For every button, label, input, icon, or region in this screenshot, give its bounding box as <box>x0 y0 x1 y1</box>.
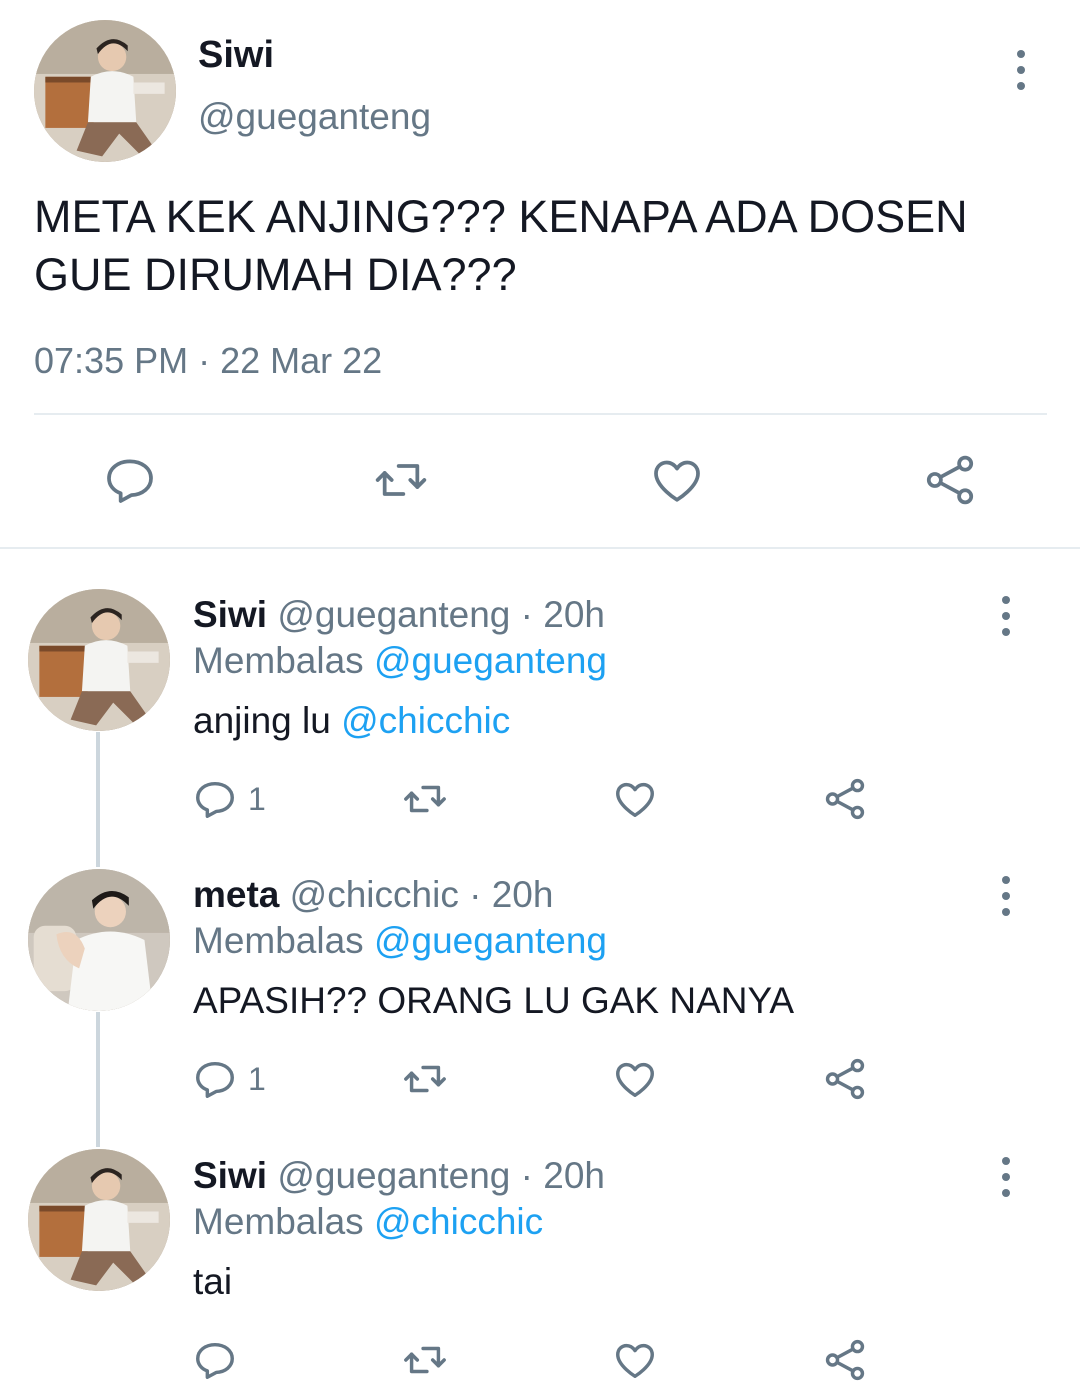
reply-header: meta @chicchic · 20h <box>193 874 553 916</box>
replying-mention[interactable]: @chicchic <box>374 1201 543 1242</box>
reply-author-handle[interactable]: @gueganteng <box>277 594 510 635</box>
share-icon[interactable] <box>922 452 978 508</box>
reply-author-name[interactable]: Siwi <box>193 594 267 635</box>
main-avatar[interactable] <box>34 20 176 162</box>
like-icon[interactable] <box>649 452 705 508</box>
more-options-icon[interactable] <box>996 1157 1016 1197</box>
reply-icon[interactable] <box>192 1056 238 1102</box>
reply-avatar[interactable] <box>28 589 170 731</box>
divider <box>34 413 1047 415</box>
replying-mention[interactable]: @gueganteng <box>374 920 607 961</box>
reply-author-name[interactable]: meta <box>193 874 279 915</box>
reply-icon[interactable] <box>102 452 158 508</box>
replying-to: Membalas @gueganteng <box>193 920 607 962</box>
tweet-text: META KEK ANJING??? KENAPA ADA DOSEN GUE … <box>34 191 968 300</box>
reply-avatar[interactable] <box>28 1149 170 1291</box>
reply-time: · 20h <box>520 594 605 635</box>
section-divider <box>0 547 1080 549</box>
retweet-icon[interactable] <box>402 1337 448 1383</box>
avatar-photo <box>28 869 170 1011</box>
replying-label: Membalas <box>193 1201 364 1242</box>
replying-to: Membalas @gueganteng <box>193 640 607 682</box>
reply-text: anjing lu @chicchic <box>193 700 510 742</box>
author-handle[interactable]: @gueganteng <box>198 96 431 138</box>
avatar-photo <box>28 589 170 731</box>
avatar-photo <box>28 1149 170 1291</box>
reply-body: anjing lu <box>193 700 342 741</box>
reply-count: 1 <box>248 781 266 817</box>
replying-label: Membalas <box>193 920 364 961</box>
retweet-icon[interactable] <box>402 776 448 822</box>
avatar-photo <box>34 20 176 162</box>
reply-text: APASIH?? ORANG LU GAK NANYA <box>193 980 794 1022</box>
reply-author-name[interactable]: Siwi <box>193 1155 267 1196</box>
reply-author-handle[interactable]: @gueganteng <box>277 1155 510 1196</box>
replying-label: Membalas <box>193 640 364 681</box>
reply-icon[interactable] <box>192 776 238 822</box>
reply-text: tai <box>193 1261 232 1303</box>
share-icon[interactable] <box>822 776 868 822</box>
more-options-icon[interactable] <box>996 876 1016 916</box>
reply-header: Siwi @gueganteng · 20h <box>193 1155 605 1197</box>
share-icon[interactable] <box>822 1056 868 1102</box>
retweet-icon[interactable] <box>373 452 429 508</box>
reply-body: tai <box>193 1261 233 1302</box>
reply-time: · 20h <box>469 874 554 915</box>
replying-to: Membalas @chicchic <box>193 1201 543 1243</box>
share-icon[interactable] <box>822 1337 868 1383</box>
reply-icon[interactable] <box>192 1337 238 1383</box>
like-icon[interactable] <box>612 1056 658 1102</box>
reply-count: 1 <box>248 1061 266 1097</box>
replying-mention[interactable]: @gueganteng <box>374 640 607 681</box>
reply-author-handle[interactable]: @chicchic <box>290 874 459 915</box>
tweet-timestamp: 07:35 PM · 22 Mar 22 <box>34 340 383 381</box>
reply-avatar[interactable] <box>28 869 170 1011</box>
reply-header: Siwi @gueganteng · 20h <box>193 594 605 636</box>
more-options-icon[interactable] <box>1011 50 1031 90</box>
more-options-icon[interactable] <box>996 596 1016 636</box>
like-icon[interactable] <box>612 776 658 822</box>
reply-mention[interactable]: @chicchic <box>341 700 510 741</box>
reply-time: · 20h <box>520 1155 605 1196</box>
author-name[interactable]: Siwi <box>198 34 274 77</box>
retweet-icon[interactable] <box>402 1056 448 1102</box>
thread-line <box>96 1012 100 1147</box>
thread-line <box>96 732 100 867</box>
reply-body: APASIH?? ORANG LU GAK NANYA <box>193 980 795 1021</box>
like-icon[interactable] <box>612 1337 658 1383</box>
